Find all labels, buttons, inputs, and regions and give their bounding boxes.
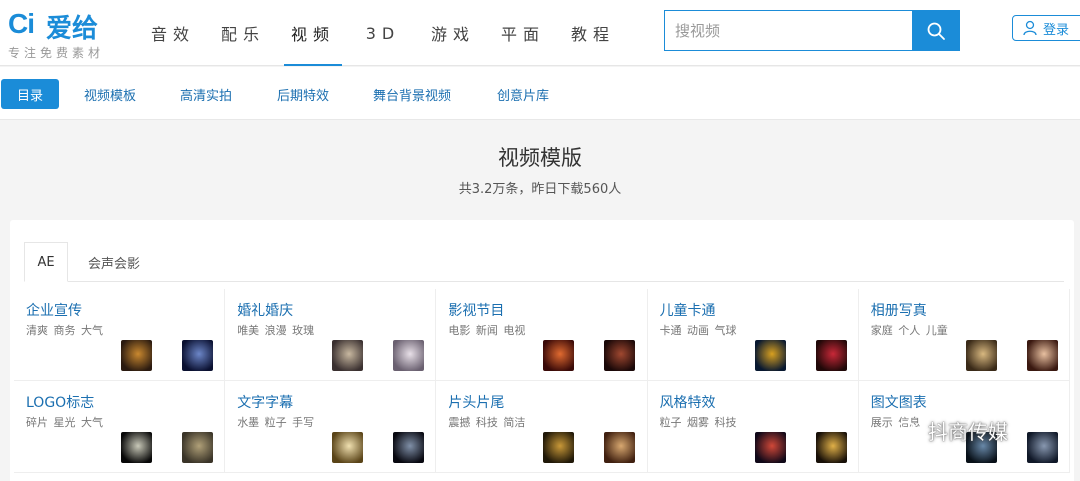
category-thumbnail[interactable]	[543, 340, 575, 371]
user-icon	[1023, 20, 1037, 36]
category-name[interactable]: 片头片尾	[448, 392, 504, 412]
category-card[interactable]: 儿童卡通 卡通 动画 气球	[647, 289, 859, 381]
category-card[interactable]: 文字字幕 水墨 粒子 手写	[225, 381, 437, 473]
category-name[interactable]: 婚礼婚庆	[237, 300, 293, 320]
logo-mark: Ci	[8, 8, 35, 39]
category-tags: 震撼 科技 简洁	[448, 416, 526, 429]
category-thumbnail[interactable]	[121, 340, 152, 371]
search-icon	[927, 22, 945, 40]
nav-item-music[interactable]: 配乐	[208, 0, 278, 66]
category-thumbnail[interactable]	[121, 432, 152, 463]
logo-slogan: 专注免费素材	[8, 46, 105, 60]
subnav-item-video-templates[interactable]: 视频模板	[84, 79, 136, 109]
category-card[interactable]: 风格特效 粒子 烟雾 科技	[647, 381, 859, 473]
category-thumbnail[interactable]	[815, 340, 847, 371]
category-grid: 企业宣传 清爽 商务 大气 婚礼婚庆 唯美 浪漫 玫瑰 影视节目 电影 新闻 电…	[14, 289, 1070, 473]
category-card[interactable]: 片头片尾 震撼 科技 简洁	[436, 381, 648, 473]
category-name[interactable]: 企业宣传	[26, 300, 82, 320]
category-tags: 粒子 烟雾 科技	[659, 416, 737, 429]
category-thumbnail[interactable]	[393, 340, 425, 371]
search-box	[664, 10, 960, 51]
category-card[interactable]: 相册写真 家庭 个人 儿童	[858, 289, 1070, 381]
category-thumbnail[interactable]	[754, 340, 786, 371]
nav-item-video[interactable]: 视频	[278, 0, 348, 66]
category-tags: 清爽 商务 大气	[26, 324, 103, 337]
category-thumbnail[interactable]	[393, 432, 425, 463]
nav-item-audio[interactable]: 音效	[138, 0, 208, 66]
logo-name: 爱给	[46, 14, 99, 44]
watermark-text: 抖商传媒	[928, 420, 1008, 444]
category-name[interactable]: 风格特效	[660, 392, 716, 412]
category-thumbnail[interactable]	[754, 432, 786, 463]
category-name[interactable]: 影视节目	[448, 300, 504, 320]
category-name[interactable]: 相册写真	[871, 300, 927, 320]
category-tags: 碎片 星光 大气	[26, 416, 103, 429]
category-thumbnail[interactable]	[332, 340, 364, 371]
nav-item-graphic[interactable]: 平面	[488, 0, 558, 66]
tab-huishenghuiying[interactable]: 会声会影	[76, 242, 152, 282]
category-tags: 卡通 动画 气球	[659, 324, 737, 337]
category-thumbnail[interactable]	[1026, 432, 1058, 463]
category-card[interactable]: 企业宣传 清爽 商务 大气	[14, 289, 226, 381]
site-header: Ci 爱给 专注免费素材 音效 配乐 视频 3D 游戏 平面 教程 登录	[0, 0, 1080, 66]
category-thumbnail[interactable]	[1026, 340, 1058, 371]
subnav-item-stage-background[interactable]: 舞台背景视频	[373, 79, 451, 109]
category-thumbnail[interactable]	[604, 340, 636, 371]
site-logo[interactable]: Ci 爱给 专注免费素材	[8, 6, 128, 62]
category-thumbnail[interactable]	[182, 340, 213, 371]
category-name[interactable]: LOGO标志	[26, 392, 94, 412]
subnav-item-creative-library[interactable]: 创意片库	[497, 79, 549, 109]
nav-item-game[interactable]: 游戏	[418, 0, 488, 66]
subnav-item-post-effects[interactable]: 后期特效	[277, 79, 329, 109]
category-tags: 电影 新闻 电视	[448, 324, 526, 337]
category-thumbnail[interactable]	[182, 432, 213, 463]
nav-item-tutorial[interactable]: 教程	[558, 0, 628, 66]
category-thumbnail[interactable]	[815, 432, 847, 463]
search-input[interactable]	[665, 11, 913, 50]
category-tags: 唯美 浪漫 玫瑰	[237, 324, 315, 337]
category-card[interactable]: 婚礼婚庆 唯美 浪漫 玫瑰	[225, 289, 437, 381]
category-thumbnail[interactable]	[332, 432, 364, 463]
category-card[interactable]: LOGO标志 碎片 星光 大气	[14, 381, 226, 473]
subnav-item-hd-footage[interactable]: 高清实拍	[180, 79, 232, 109]
category-name[interactable]: 文字字幕	[237, 392, 293, 412]
wechat-icon	[896, 420, 921, 440]
subnav-item-catalog[interactable]: 目录	[1, 79, 59, 109]
category-name[interactable]: 儿童卡通	[660, 300, 716, 320]
category-thumbnail[interactable]	[604, 432, 636, 463]
page-title: 视频模版	[498, 146, 582, 170]
watermark: 抖商传媒	[896, 416, 1008, 445]
category-tags: 水墨 粒子 手写	[237, 416, 315, 429]
tab-ae[interactable]: AE	[24, 242, 68, 282]
category-thumbnail[interactable]	[543, 432, 575, 463]
category-name[interactable]: 图文图表	[871, 392, 927, 412]
category-card[interactable]: 影视节目 电影 新闻 电视	[436, 289, 648, 381]
login-label: 登录	[1043, 22, 1070, 38]
search-button[interactable]	[912, 11, 959, 50]
category-tags: 家庭 个人 儿童	[870, 324, 948, 337]
login-button[interactable]: 登录	[1012, 15, 1080, 41]
category-thumbnail[interactable]	[965, 340, 997, 371]
page-subtitle: 共3.2万条，昨日下载560人	[458, 182, 622, 197]
sub-nav: 目录 视频模板 高清实拍 后期特效 舞台背景视频 创意片库	[0, 67, 1080, 120]
nav-item-3d[interactable]: 3D	[348, 0, 418, 66]
tab-bar: AE 会声会影	[24, 242, 1064, 282]
main-nav: 音效 配乐 视频 3D 游戏 平面 教程	[138, 0, 628, 66]
